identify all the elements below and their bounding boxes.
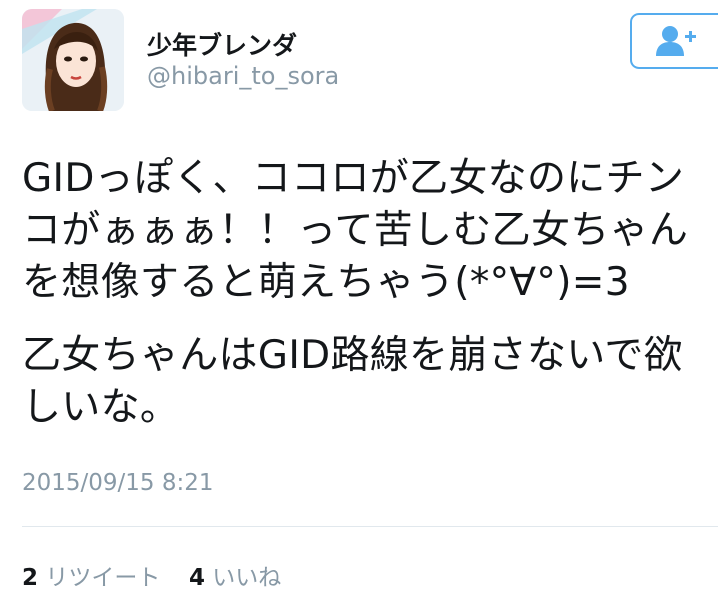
tweet-stats: 2 リツイート 4 いいね [22,558,281,592]
add-user-icon [656,26,696,56]
display-name[interactable]: 少年ブレンダ [147,26,297,62]
tweet-text: GIDっぽく、ココロが乙女なのにチンコがぁぁぁ！！って苦しむ乙女ちゃんを想像する… [22,153,712,434]
tweet-paragraph: GIDっぽく、ココロが乙女なのにチンコがぁぁぁ！！って苦しむ乙女ちゃんを想像する… [22,156,689,305]
like-label: いいね [212,565,282,591]
retweet-count: 2 [22,565,39,591]
avatar-illustration-icon [22,9,124,111]
retweet-label: リツイート [45,565,161,591]
avatar[interactable] [22,9,124,111]
like-count: 4 [188,565,205,591]
user-handle[interactable]: @hibari_to_sora [147,62,339,90]
tweet-paragraph: 乙女ちゃんはGID路線を崩さないで欲しいな。 [22,333,683,430]
follow-button[interactable] [630,13,718,69]
tweet-timestamp[interactable]: 2015/09/15 8:21 [22,470,214,496]
like-stat[interactable]: 4 いいね [189,565,281,591]
divider [22,526,718,527]
retweet-stat[interactable]: 2 リツイート [22,565,168,591]
